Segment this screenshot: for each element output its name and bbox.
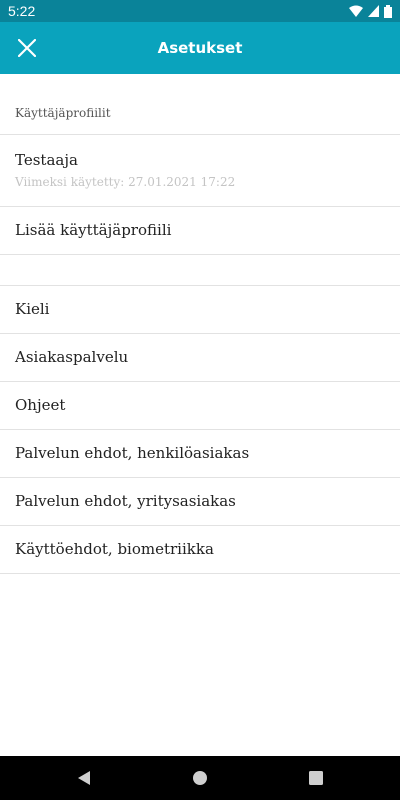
settings-list: Käyttäjäprofiilit Testaaja Viimeksi käyt…: [0, 74, 400, 574]
home-button[interactable]: [189, 767, 211, 789]
system-nav-bar: [0, 756, 400, 800]
section-header-profiles: Käyttäjäprofiilit: [0, 74, 400, 135]
menu-item-terms-personal[interactable]: Palvelun ehdot, henkilöasiakas: [0, 430, 400, 478]
profile-name: Testaaja: [15, 151, 78, 169]
wifi-icon: [349, 5, 363, 17]
status-time: 5:22: [8, 3, 36, 19]
app-bar: Asetukset: [0, 22, 400, 74]
menu-item-label: Kieli: [15, 300, 50, 318]
page-title: Asetukset: [157, 39, 243, 57]
menu-item-label: Palvelun ehdot, henkilöasiakas: [15, 444, 250, 462]
profile-last-used: Viimeksi käytetty: 27.01.2021 17:22: [15, 175, 236, 189]
signal-icon: [368, 5, 379, 17]
battery-icon: [384, 4, 392, 18]
section-header-label: Käyttäjäprofiilit: [15, 106, 111, 120]
add-profile-label: Lisää käyttäjäprofiili: [15, 221, 172, 239]
menu-item-label: Käyttöehdot, biometriikka: [15, 540, 214, 558]
home-icon: [193, 771, 207, 785]
menu-item-language[interactable]: Kieli: [0, 286, 400, 334]
menu-item-label: Ohjeet: [15, 396, 66, 414]
menu-item-help[interactable]: Ohjeet: [0, 382, 400, 430]
back-icon: [78, 771, 90, 785]
menu-item-label: Palvelun ehdot, yritysasiakas: [15, 492, 236, 510]
menu-item-customer-service[interactable]: Asiakaspalvelu: [0, 334, 400, 382]
menu-item-terms-biometrics[interactable]: Käyttöehdot, biometriikka: [0, 526, 400, 574]
menu-item-label: Asiakaspalvelu: [15, 348, 129, 366]
add-profile-button[interactable]: Lisää käyttäjäprofiili: [0, 207, 400, 255]
recents-icon: [309, 771, 323, 785]
status-bar: 5:22: [0, 0, 400, 22]
back-button[interactable]: [73, 767, 95, 789]
status-icons: [349, 4, 392, 18]
close-icon: [18, 39, 36, 57]
menu-item-terms-business[interactable]: Palvelun ehdot, yritysasiakas: [0, 478, 400, 526]
close-button[interactable]: [10, 31, 44, 65]
profile-item[interactable]: Testaaja Viimeksi käytetty: 27.01.2021 1…: [0, 135, 400, 207]
section-divider: [0, 255, 400, 286]
recents-button[interactable]: [305, 767, 327, 789]
